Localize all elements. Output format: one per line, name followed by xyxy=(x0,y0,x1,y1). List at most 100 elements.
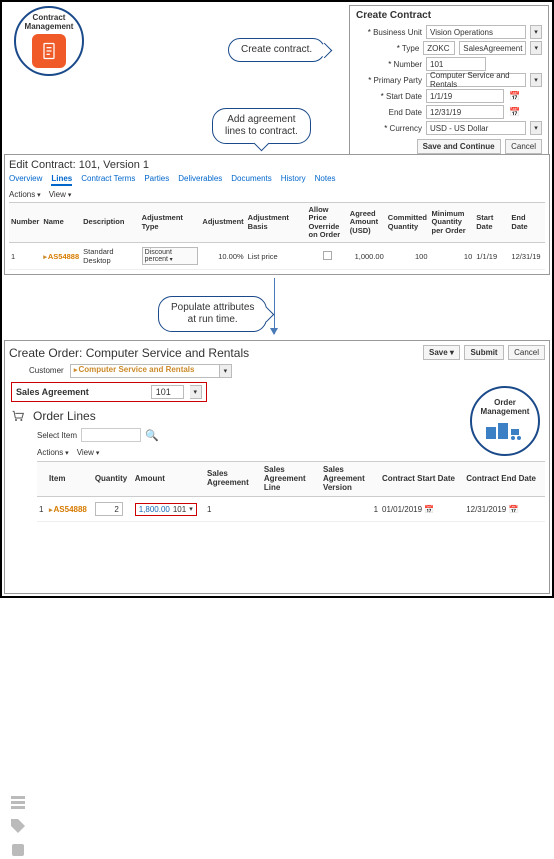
ol-view-menu[interactable]: View xyxy=(77,448,100,457)
table-row[interactable]: 1 AS54888 Standard Desktop Discount perc… xyxy=(9,243,545,270)
cancel-button[interactable]: Cancel xyxy=(508,345,545,360)
bu-field[interactable]: Vision Operations xyxy=(426,25,526,39)
flow-arrow xyxy=(274,278,275,334)
col-end-date: End Date xyxy=(509,203,545,243)
customer-field[interactable]: Computer Service and Rentals xyxy=(70,364,220,378)
rail-tag-icon[interactable] xyxy=(9,817,27,835)
rail-user-icon[interactable] xyxy=(9,841,27,859)
number-field[interactable]: 101 xyxy=(426,57,486,71)
col-csd: Contract Start Date xyxy=(380,462,464,497)
cancel-button[interactable]: Cancel xyxy=(505,139,542,154)
left-rail xyxy=(9,793,27,859)
chevron-down-icon[interactable]: ▾ xyxy=(189,505,193,513)
sales-agreement-label: Sales Agreement xyxy=(16,387,89,397)
cell-sal: 1 xyxy=(205,497,262,522)
tab-notes[interactable]: Notes xyxy=(315,174,336,186)
create-order-panel: Create Order: Computer Service and Renta… xyxy=(4,340,550,594)
cell-desc: Standard Desktop xyxy=(81,243,140,270)
start-date-label: Start Date xyxy=(356,92,422,101)
submit-button[interactable]: Submit xyxy=(464,345,503,360)
tab-contract-terms[interactable]: Contract Terms xyxy=(81,174,135,186)
cell-minqty: 10 xyxy=(430,243,475,270)
tab-lines[interactable]: Lines xyxy=(51,174,72,186)
create-order-title: Create Order: Computer Service and Renta… xyxy=(9,346,249,360)
callout-add-lines: Add agreement lines to contract. xyxy=(212,108,311,144)
cell-basis: List price xyxy=(246,243,307,270)
cell-amount-link[interactable]: 1,800.00 xyxy=(139,505,170,514)
col-item: Item xyxy=(47,462,93,497)
select-item-input[interactable] xyxy=(81,428,141,442)
table-row[interactable]: 1 AS54888 2 1,800.00 101 ▾ 1 1 01/01/201… xyxy=(37,497,545,522)
callout-populate: Populate attributes at run time. xyxy=(158,296,267,332)
col-amount: Amount xyxy=(133,462,205,497)
tab-documents[interactable]: Documents xyxy=(231,174,271,186)
cell-adjtype-select[interactable]: Discount percent xyxy=(142,247,199,265)
col-adj-basis: Adjustment Basis xyxy=(246,203,307,243)
col-sav: Sales Agreement Version xyxy=(321,462,380,497)
order-lines-table: Item Quantity Amount Sales Agreement Sal… xyxy=(37,461,545,522)
dialog-title: Create Contract xyxy=(356,10,542,21)
col-qty: Quantity xyxy=(93,462,133,497)
primary-party-field[interactable]: Computer Service and Rentals xyxy=(426,73,526,87)
cell-name-link[interactable]: AS54888 xyxy=(43,252,79,261)
tab-parties[interactable]: Parties xyxy=(144,174,169,186)
number-label: Number xyxy=(356,60,422,69)
calendar-icon[interactable]: 📅 xyxy=(508,505,518,514)
ol-actions-menu[interactable]: Actions xyxy=(37,448,69,457)
view-menu[interactable]: View xyxy=(49,190,72,199)
tab-history[interactable]: History xyxy=(281,174,306,186)
sales-agreement-field[interactable]: 101 xyxy=(151,385,184,399)
currency-label: Currency xyxy=(356,124,422,133)
col-committed-qty: Committed Quantity xyxy=(386,203,430,243)
customer-dropdown-icon[interactable]: ▾ xyxy=(220,364,232,378)
cell-item-link[interactable]: AS54888 xyxy=(49,505,87,514)
type-field[interactable]: SalesAgreement xyxy=(459,41,526,55)
pp-dropdown-icon[interactable]: ▾ xyxy=(530,73,542,87)
type-label: Type xyxy=(356,44,419,53)
cell-csd: 01/01/2019 xyxy=(382,505,422,514)
cell-qty-input[interactable]: 2 xyxy=(95,502,123,516)
col-min-qty: Minimum Quantity per Order xyxy=(430,203,475,243)
search-icon[interactable]: 🔍 xyxy=(145,429,159,442)
contract-lines-table: Number Name Description Adjustment Type … xyxy=(9,202,545,270)
cell-adjustment: 10.00% xyxy=(200,243,245,270)
type-dropdown-icon[interactable]: ▾ xyxy=(530,41,542,55)
callout-create-contract: Create contract. xyxy=(228,38,325,62)
save-button[interactable]: Save ▾ xyxy=(423,345,460,360)
end-date-label: End Date xyxy=(356,108,422,117)
order-management-badge: Order Management xyxy=(470,386,540,456)
edit-contract-title: Edit Contract: 101, Version 1 xyxy=(9,159,545,171)
save-continue-button[interactable]: Save and Continue xyxy=(417,139,501,154)
col-number: Number xyxy=(9,203,41,243)
tab-overview[interactable]: Overview xyxy=(9,174,42,186)
cart-icon xyxy=(9,408,27,424)
tab-deliverables[interactable]: Deliverables xyxy=(178,174,222,186)
cell-allow-checkbox[interactable] xyxy=(323,251,332,260)
col-description: Description xyxy=(81,203,140,243)
col-sal: Sales Agreement Line xyxy=(262,462,321,497)
order-mgmt-icon xyxy=(485,419,525,443)
cur-dropdown-icon[interactable]: ▾ xyxy=(530,121,542,135)
col-name: Name xyxy=(41,203,81,243)
actions-menu[interactable]: Actions xyxy=(9,190,41,199)
col-start-date: Start Date xyxy=(474,203,509,243)
start-date-field[interactable]: 1/1/19 xyxy=(426,89,504,103)
bu-dropdown-icon[interactable]: ▾ xyxy=(530,25,542,39)
cell-number: 1 xyxy=(9,243,41,270)
customer-label: Customer xyxy=(29,366,64,375)
col-allow-override: Allow Price Override on Order xyxy=(307,203,348,243)
cell-sa-inline[interactable]: 101 xyxy=(173,505,186,514)
cell-sav: 1 xyxy=(321,497,380,522)
select-item-label: Select Item xyxy=(37,431,77,440)
cell-edate: 12/31/19 xyxy=(509,243,545,270)
type-prefix[interactable]: ZOKC xyxy=(423,41,455,55)
cell-cqty: 100 xyxy=(386,243,430,270)
end-date-field[interactable]: 12/31/19 xyxy=(426,105,504,119)
calendar-icon[interactable]: 📅 xyxy=(424,505,434,514)
cell-agreed: 1,000.00 xyxy=(348,243,386,270)
calendar-icon[interactable]: 📅 xyxy=(508,89,522,103)
sa-dropdown-icon[interactable]: ▾ xyxy=(190,385,202,399)
calendar-icon[interactable]: 📅 xyxy=(508,105,522,119)
rail-list-icon[interactable] xyxy=(9,793,27,811)
currency-field[interactable]: USD - US Dollar xyxy=(426,121,526,135)
